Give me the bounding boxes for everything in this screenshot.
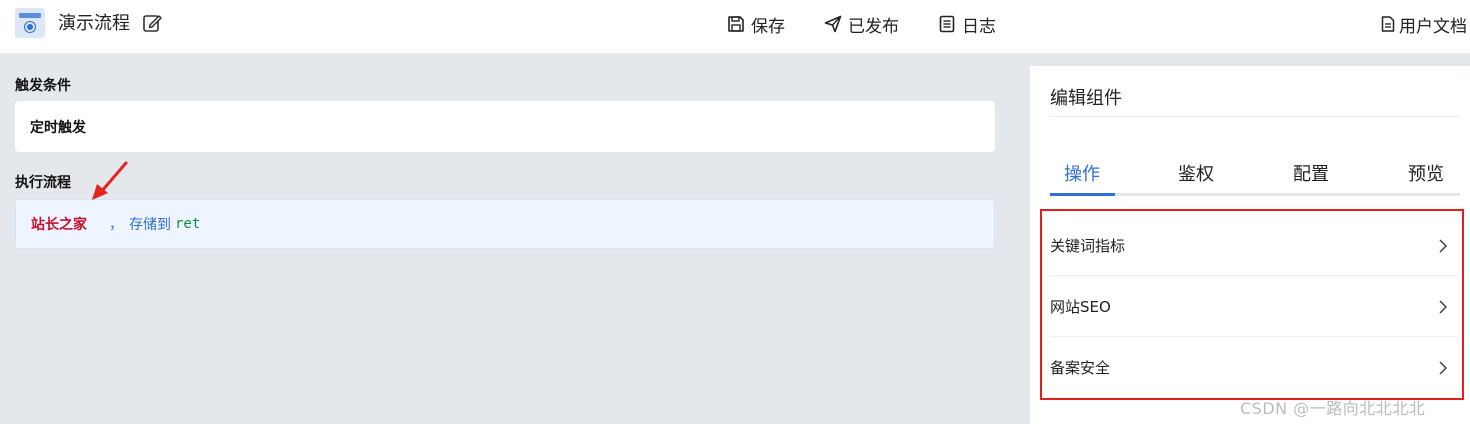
list-item-label: 网站SEO bbox=[1050, 297, 1111, 316]
flow-separator: ， bbox=[109, 217, 123, 233]
chevron-right-icon bbox=[1439, 239, 1448, 253]
operation-list: 关键词指标 网站SEO 备案安全 bbox=[1040, 209, 1464, 400]
chevron-right-icon bbox=[1439, 300, 1448, 314]
list-item-filing-security[interactable]: 备案安全 bbox=[1050, 337, 1458, 398]
list-item-label: 备案安全 bbox=[1050, 359, 1111, 377]
annotation-arrow-icon bbox=[92, 161, 128, 200]
user-docs-link[interactable]: 用户文档 bbox=[1381, 11, 1467, 37]
list-item-keyword-metrics[interactable]: 关键词指标 bbox=[1050, 215, 1458, 276]
workflow-app-icon bbox=[15, 8, 45, 38]
tab-preview[interactable]: 预览 bbox=[1408, 160, 1444, 186]
document-icon bbox=[1381, 16, 1395, 32]
app-title: 演示流程 bbox=[58, 13, 130, 34]
save-label: 保存 bbox=[751, 16, 785, 37]
panel-title: 编辑组件 bbox=[1050, 88, 1122, 109]
trigger-section-label: 触发条件 bbox=[15, 78, 71, 94]
flow-step-card[interactable]: 站长之家 ， 存储到 ret bbox=[15, 199, 995, 249]
trigger-card[interactable]: 定时触发 bbox=[15, 101, 995, 152]
send-icon bbox=[824, 15, 842, 33]
publish-label: 已发布 bbox=[848, 16, 899, 37]
flow-store-text: 存储到 bbox=[129, 217, 171, 233]
log-icon bbox=[939, 15, 955, 33]
panel-tabs: 操作 鉴权 配置 预览 bbox=[1050, 156, 1460, 196]
list-item-label: 关键词指标 bbox=[1050, 236, 1126, 255]
watermark: CSDN @一路向北北北北 bbox=[1240, 399, 1426, 418]
log-button[interactable]: 日志 bbox=[938, 11, 996, 37]
top-bar: 演示流程 保存 已发布 日志 用户文档 bbox=[0, 0, 1470, 53]
save-button[interactable]: 保存 bbox=[727, 11, 785, 37]
flow-variable: ret bbox=[175, 216, 201, 232]
trigger-value: 定时触发 bbox=[30, 119, 86, 136]
flow-step-name: 站长之家 bbox=[31, 217, 87, 233]
list-item-website-seo[interactable]: 网站SEO bbox=[1050, 276, 1458, 337]
tab-operation[interactable]: 操作 bbox=[1064, 160, 1100, 186]
tab-config[interactable]: 配置 bbox=[1293, 160, 1329, 186]
chevron-right-icon bbox=[1439, 361, 1448, 375]
edit-component-panel: 编辑组件 操作 鉴权 配置 预览 关键词指标 网站SEO 备案安全 bbox=[1030, 66, 1470, 424]
log-label: 日志 bbox=[962, 16, 996, 37]
panel-divider bbox=[1050, 116, 1460, 117]
edit-icon[interactable] bbox=[142, 13, 162, 33]
active-tab-indicator bbox=[1050, 193, 1115, 196]
tab-auth[interactable]: 鉴权 bbox=[1178, 160, 1214, 186]
flow-section-label: 执行流程 bbox=[15, 175, 71, 191]
save-icon bbox=[728, 16, 744, 32]
user-docs-label: 用户文档 bbox=[1399, 16, 1467, 37]
publish-button[interactable]: 已发布 bbox=[824, 11, 899, 37]
